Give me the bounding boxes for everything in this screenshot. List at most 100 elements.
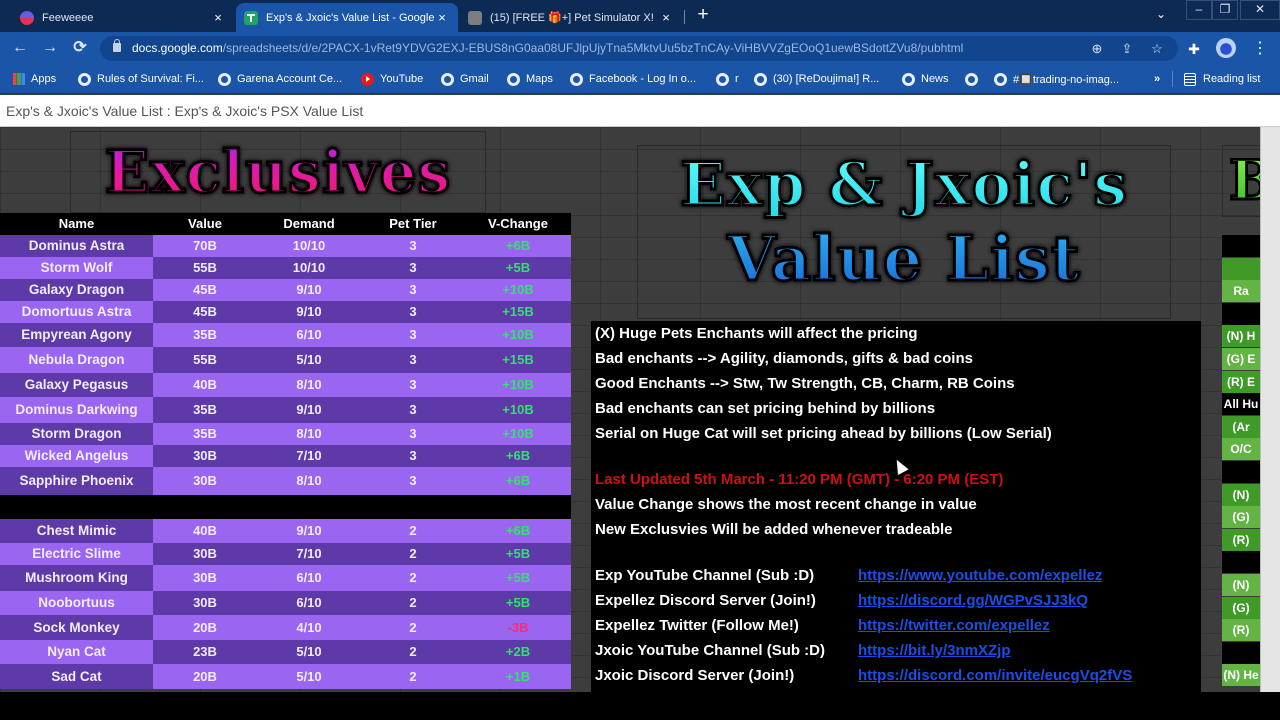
pet-value[interactable]: 30B [153, 543, 257, 565]
pet-value[interactable]: 40B [153, 519, 257, 543]
green-cell[interactable]: O/C [1222, 438, 1260, 461]
bookmark-trading[interactable]: #🔲trading-no-imag... [994, 71, 1119, 87]
green-cell[interactable]: All Hu [1222, 393, 1260, 416]
green-cell[interactable]: (G) [1222, 506, 1260, 529]
pet-demand[interactable]: 5/10 [257, 347, 361, 373]
pet-value[interactable]: 45B [153, 301, 257, 323]
bookmark-garena[interactable]: Garena Account Ce... [218, 71, 342, 87]
pet-demand[interactable]: 9/10 [257, 397, 361, 423]
pet-name[interactable]: Electric Slime [0, 543, 153, 565]
pet-value[interactable]: 30B [153, 467, 257, 495]
pet-tier[interactable]: 3 [361, 423, 465, 445]
pet-demand[interactable]: 9/10 [257, 279, 361, 301]
pet-name[interactable]: Sock Monkey [0, 615, 153, 640]
green-cell[interactable]: (N) [1222, 574, 1260, 596]
pet-demand[interactable]: 7/10 [257, 445, 361, 467]
pet-name[interactable]: Sad Cat [0, 664, 153, 689]
pet-value[interactable]: 40B [153, 373, 257, 397]
pet-name[interactable]: Galaxy Pegasus [0, 373, 153, 397]
bookmark-gmail[interactable]: Gmail [441, 71, 489, 87]
pet-name[interactable]: Chest Mimic [0, 519, 153, 543]
tab-feeweeee[interactable]: Feeweeee × [12, 3, 234, 32]
pet-name[interactable]: Mushroom King [0, 565, 153, 591]
pet-name[interactable]: Dominus Darkwing [0, 397, 153, 423]
value-change[interactable]: +10B [465, 373, 571, 397]
discord-link-exp[interactable]: https://discord.gg/WGPvSJJ3kQ [858, 592, 1088, 609]
bookmarks-overflow-button[interactable]: » [1154, 71, 1160, 87]
bookmark-redoujima[interactable]: (30) [ReDoujima!] R... [754, 71, 879, 87]
zoom-icon[interactable]: ⊕ [1088, 40, 1106, 58]
green-cell[interactable]: (Ar [1222, 415, 1260, 438]
pet-tier[interactable]: 3 [361, 235, 465, 257]
pet-tier[interactable]: 3 [361, 257, 465, 279]
green-cell[interactable] [1222, 551, 1260, 574]
green-cell[interactable] [1222, 257, 1260, 280]
green-cell[interactable]: (N) H [1222, 325, 1260, 348]
value-change[interactable]: +10B [465, 423, 571, 445]
reading-list-button[interactable]: Reading list [1184, 71, 1260, 87]
back-button[interactable]: ← [10, 39, 30, 59]
bookmark-star-icon[interactable]: ☆ [1148, 40, 1166, 58]
pet-name[interactable]: Nebula Dragon [0, 347, 153, 373]
vertical-scrollbar[interactable] [1260, 127, 1280, 692]
pet-value[interactable]: 55B [153, 347, 257, 373]
pet-demand[interactable]: 7/10 [257, 543, 361, 565]
pet-value[interactable]: 35B [153, 423, 257, 445]
pet-tier[interactable]: 3 [361, 347, 465, 373]
green-cell[interactable]: (N) [1222, 483, 1260, 506]
pet-name[interactable]: Dominus Astra [0, 235, 153, 257]
pet-tier[interactable]: 2 [361, 565, 465, 591]
youtube-link-jxoic[interactable]: https://bit.ly/3nmXZjp [858, 642, 1011, 659]
reload-button[interactable]: ⟳ [70, 39, 90, 59]
value-change[interactable]: +10B [465, 279, 571, 301]
pet-tier[interactable]: 2 [361, 615, 465, 640]
address-bar[interactable]: docs.google.com/spreadsheets/d/e/2PACX-1… [100, 36, 1178, 61]
value-change[interactable]: +5B [465, 543, 571, 565]
pet-name[interactable]: Storm Wolf [0, 257, 153, 279]
value-change[interactable]: +10B [465, 323, 571, 347]
pet-value[interactable]: 70B [153, 235, 257, 257]
pet-value[interactable]: 35B [153, 397, 257, 423]
value-change[interactable]: +1B [465, 664, 571, 689]
pet-demand[interactable]: 8/10 [257, 373, 361, 397]
bookmark-rules-of-survival[interactable]: Rules of Survival: Fi... [78, 71, 204, 87]
pet-tier[interactable]: 3 [361, 301, 465, 323]
pet-value[interactable]: 23B [153, 640, 257, 664]
pet-demand[interactable]: 6/10 [257, 591, 361, 615]
new-tab-button[interactable]: + [693, 5, 713, 25]
value-change[interactable]: +5B [465, 565, 571, 591]
value-change[interactable]: +6B [465, 519, 571, 543]
pet-demand[interactable]: 10/10 [257, 257, 361, 279]
menu-icon[interactable]: ⋮ [1250, 39, 1270, 59]
green-cell[interactable]: (N) He [1222, 664, 1260, 687]
extensions-icon[interactable]: ✚ [1184, 39, 1204, 59]
pet-tier[interactable]: 3 [361, 397, 465, 423]
pet-value[interactable]: 20B [153, 664, 257, 689]
bookmark-youtube[interactable]: YouTube [361, 71, 423, 87]
green-cell[interactable]: (R) E [1222, 370, 1260, 393]
youtube-link-exp[interactable]: https://www.youtube.com/expellez [858, 567, 1102, 584]
pet-demand[interactable]: 9/10 [257, 519, 361, 543]
value-change[interactable]: +6B [465, 235, 571, 257]
pet-name[interactable]: Empyrean Agony [0, 323, 153, 347]
discord-link-jxoic[interactable]: https://discord.com/invite/eucgVq2fVS [858, 667, 1132, 684]
tab-value-list[interactable]: Exp's & Jxoic's Value List - Google × [236, 3, 458, 32]
value-change[interactable]: +10B [465, 397, 571, 423]
bookmark-facebook[interactable]: Facebook - Log In o... [570, 71, 696, 87]
pet-tier[interactable]: 2 [361, 640, 465, 664]
bookmark-maps[interactable]: Maps [507, 71, 553, 87]
restore-button[interactable]: ❐ [1212, 0, 1238, 20]
pet-demand[interactable]: 5/10 [257, 640, 361, 664]
share-icon[interactable]: ⇪ [1118, 40, 1136, 58]
pet-name[interactable]: Domortuus Astra [0, 301, 153, 323]
profile-avatar[interactable] [1216, 38, 1236, 58]
pet-name[interactable]: Storm Dragon [0, 423, 153, 445]
bookmark-apps[interactable]: Apps [13, 71, 56, 87]
pet-tier[interactable]: 3 [361, 279, 465, 301]
pet-tier[interactable]: 3 [361, 467, 465, 495]
pet-value[interactable]: 30B [153, 565, 257, 591]
pet-tier[interactable]: 2 [361, 519, 465, 543]
value-change[interactable]: +2B [465, 640, 571, 664]
pet-tier[interactable]: 3 [361, 323, 465, 347]
green-cell[interactable] [1222, 235, 1260, 257]
